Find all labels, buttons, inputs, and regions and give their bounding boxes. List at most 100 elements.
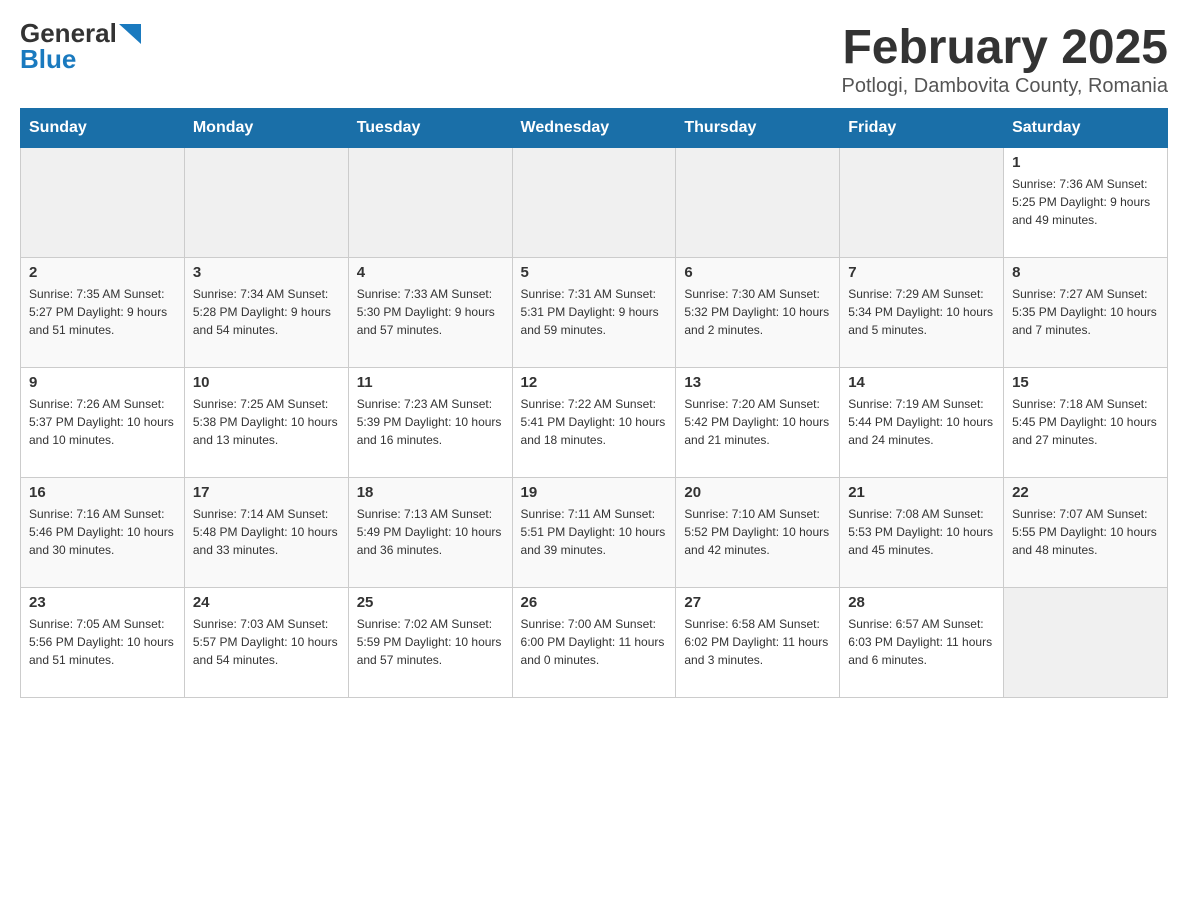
- calendar-cell: 9 Sunrise: 7:26 AM Sunset: 5:37 PM Daylig…: [21, 368, 185, 478]
- day-number: 2: [29, 264, 176, 281]
- day-number: 16: [29, 484, 176, 501]
- calendar-cell: 11 Sunrise: 7:23 AM Sunset: 5:39 PM Dayli…: [348, 368, 512, 478]
- day-number: 10: [193, 374, 340, 391]
- page-header: General Blue February 2025 Potlogi, Damb…: [20, 20, 1168, 98]
- day-number: 28: [848, 594, 995, 611]
- day-info: Sunrise: 7:31 AM Sunset: 5:31 PM Dayligh…: [521, 285, 668, 339]
- day-number: 24: [193, 594, 340, 611]
- day-number: 18: [357, 484, 504, 501]
- day-info: Sunrise: 7:27 AM Sunset: 5:35 PM Dayligh…: [1012, 285, 1159, 339]
- calendar-cell: 2 Sunrise: 7:35 AM Sunset: 5:27 PM Daylig…: [21, 258, 185, 368]
- day-number: 22: [1012, 484, 1159, 501]
- calendar-table: SundayMondayTuesdayWednesdayThursdayFrid…: [20, 108, 1168, 698]
- calendar-header-row: SundayMondayTuesdayWednesdayThursdayFrid…: [21, 109, 1168, 148]
- calendar-cell: 10 Sunrise: 7:25 AM Sunset: 5:38 PM Dayli…: [184, 368, 348, 478]
- day-info: Sunrise: 7:05 AM Sunset: 5:56 PM Dayligh…: [29, 615, 176, 669]
- logo-blue-text: Blue: [20, 46, 76, 72]
- calendar-cell: 24 Sunrise: 7:03 AM Sunset: 5:57 PM Dayli…: [184, 588, 348, 698]
- calendar-cell: 6 Sunrise: 7:30 AM Sunset: 5:32 PM Daylig…: [676, 258, 840, 368]
- day-info: Sunrise: 7:10 AM Sunset: 5:52 PM Dayligh…: [684, 505, 831, 559]
- calendar-week-row: 23 Sunrise: 7:05 AM Sunset: 5:56 PM Dayli…: [21, 588, 1168, 698]
- calendar-cell: 20 Sunrise: 7:10 AM Sunset: 5:52 PM Dayli…: [676, 478, 840, 588]
- column-header-tuesday: Tuesday: [348, 109, 512, 148]
- day-number: 6: [684, 264, 831, 281]
- day-number: 25: [357, 594, 504, 611]
- column-header-friday: Friday: [840, 109, 1004, 148]
- calendar-cell: [348, 148, 512, 258]
- calendar-cell: 23 Sunrise: 7:05 AM Sunset: 5:56 PM Dayli…: [21, 588, 185, 698]
- calendar-cell: 13 Sunrise: 7:20 AM Sunset: 5:42 PM Dayli…: [676, 368, 840, 478]
- day-number: 27: [684, 594, 831, 611]
- day-number: 7: [848, 264, 995, 281]
- day-number: 8: [1012, 264, 1159, 281]
- day-number: 5: [521, 264, 668, 281]
- day-info: Sunrise: 7:11 AM Sunset: 5:51 PM Dayligh…: [521, 505, 668, 559]
- calendar-cell: 26 Sunrise: 7:00 AM Sunset: 6:00 PM Dayli…: [512, 588, 676, 698]
- location-text: Potlogi, Dambovita County, Romania: [842, 75, 1168, 98]
- day-number: 4: [357, 264, 504, 281]
- calendar-week-row: 2 Sunrise: 7:35 AM Sunset: 5:27 PM Daylig…: [21, 258, 1168, 368]
- column-header-sunday: Sunday: [21, 109, 185, 148]
- day-info: Sunrise: 7:03 AM Sunset: 5:57 PM Dayligh…: [193, 615, 340, 669]
- day-number: 14: [848, 374, 995, 391]
- day-info: Sunrise: 7:02 AM Sunset: 5:59 PM Dayligh…: [357, 615, 504, 669]
- calendar-cell: 25 Sunrise: 7:02 AM Sunset: 5:59 PM Dayli…: [348, 588, 512, 698]
- logo: General Blue: [20, 20, 141, 72]
- calendar-cell: 7 Sunrise: 7:29 AM Sunset: 5:34 PM Daylig…: [840, 258, 1004, 368]
- day-info: Sunrise: 7:25 AM Sunset: 5:38 PM Dayligh…: [193, 395, 340, 449]
- calendar-week-row: 1 Sunrise: 7:36 AM Sunset: 5:25 PM Daylig…: [21, 148, 1168, 258]
- day-info: Sunrise: 7:14 AM Sunset: 5:48 PM Dayligh…: [193, 505, 340, 559]
- day-info: Sunrise: 6:58 AM Sunset: 6:02 PM Dayligh…: [684, 615, 831, 669]
- day-info: Sunrise: 7:36 AM Sunset: 5:25 PM Dayligh…: [1012, 175, 1159, 229]
- logo-triangle-icon: [119, 24, 141, 44]
- day-info: Sunrise: 7:29 AM Sunset: 5:34 PM Dayligh…: [848, 285, 995, 339]
- calendar-cell: 16 Sunrise: 7:16 AM Sunset: 5:46 PM Dayli…: [21, 478, 185, 588]
- month-title: February 2025: [842, 20, 1168, 75]
- day-number: 3: [193, 264, 340, 281]
- day-info: Sunrise: 7:35 AM Sunset: 5:27 PM Dayligh…: [29, 285, 176, 339]
- day-info: Sunrise: 7:30 AM Sunset: 5:32 PM Dayligh…: [684, 285, 831, 339]
- day-info: Sunrise: 7:07 AM Sunset: 5:55 PM Dayligh…: [1012, 505, 1159, 559]
- day-number: 23: [29, 594, 176, 611]
- calendar-cell: 4Sunrise: 7:33 AM Sunset: 5:30 PM Daylig…: [348, 258, 512, 368]
- calendar-cell: 12Sunrise: 7:22 AM Sunset: 5:41 PM Dayli…: [512, 368, 676, 478]
- calendar-cell: 5 Sunrise: 7:31 AM Sunset: 5:31 PM Daylig…: [512, 258, 676, 368]
- day-info: Sunrise: 7:34 AM Sunset: 5:28 PM Dayligh…: [193, 285, 340, 339]
- calendar-cell: 18 Sunrise: 7:13 AM Sunset: 5:49 PM Dayli…: [348, 478, 512, 588]
- calendar-cell: 17 Sunrise: 7:14 AM Sunset: 5:48 PM Dayli…: [184, 478, 348, 588]
- day-number: 19: [521, 484, 668, 501]
- day-number: 1: [1012, 154, 1159, 171]
- day-number: 15: [1012, 374, 1159, 391]
- day-info: Sunrise: 7:22 AM Sunset: 5:41 PM Dayligh…: [521, 395, 668, 449]
- day-info: Sunrise: 7:00 AM Sunset: 6:00 PM Dayligh…: [521, 615, 668, 669]
- column-header-saturday: Saturday: [1004, 109, 1168, 148]
- day-info: Sunrise: 7:26 AM Sunset: 5:37 PM Dayligh…: [29, 395, 176, 449]
- column-header-wednesday: Wednesday: [512, 109, 676, 148]
- day-info: Sunrise: 7:20 AM Sunset: 5:42 PM Dayligh…: [684, 395, 831, 449]
- calendar-cell: 19 Sunrise: 7:11 AM Sunset: 5:51 PM Dayli…: [512, 478, 676, 588]
- day-number: 20: [684, 484, 831, 501]
- calendar-cell: 21Sunrise: 7:08 AM Sunset: 5:53 PM Dayli…: [840, 478, 1004, 588]
- calendar-cell: 1 Sunrise: 7:36 AM Sunset: 5:25 PM Daylig…: [1004, 148, 1168, 258]
- calendar-week-row: 16 Sunrise: 7:16 AM Sunset: 5:46 PM Dayli…: [21, 478, 1168, 588]
- day-info: Sunrise: 7:23 AM Sunset: 5:39 PM Dayligh…: [357, 395, 504, 449]
- day-number: 9: [29, 374, 176, 391]
- column-header-thursday: Thursday: [676, 109, 840, 148]
- day-number: 17: [193, 484, 340, 501]
- calendar-cell: [512, 148, 676, 258]
- calendar-cell: [676, 148, 840, 258]
- day-info: Sunrise: 6:57 AM Sunset: 6:03 PM Dayligh…: [848, 615, 995, 669]
- day-number: 11: [357, 374, 504, 391]
- calendar-cell: [21, 148, 185, 258]
- calendar-cell: 15Sunrise: 7:18 AM Sunset: 5:45 PM Dayli…: [1004, 368, 1168, 478]
- calendar-cell: 3 Sunrise: 7:34 AM Sunset: 5:28 PM Daylig…: [184, 258, 348, 368]
- column-header-monday: Monday: [184, 109, 348, 148]
- calendar-cell: 27 Sunrise: 6:58 AM Sunset: 6:02 PM Dayli…: [676, 588, 840, 698]
- calendar-cell: 14Sunrise: 7:19 AM Sunset: 5:44 PM Dayli…: [840, 368, 1004, 478]
- day-number: 13: [684, 374, 831, 391]
- day-info: Sunrise: 7:13 AM Sunset: 5:49 PM Dayligh…: [357, 505, 504, 559]
- day-info: Sunrise: 7:16 AM Sunset: 5:46 PM Dayligh…: [29, 505, 176, 559]
- day-number: 26: [521, 594, 668, 611]
- calendar-week-row: 9 Sunrise: 7:26 AM Sunset: 5:37 PM Daylig…: [21, 368, 1168, 478]
- calendar-cell: [840, 148, 1004, 258]
